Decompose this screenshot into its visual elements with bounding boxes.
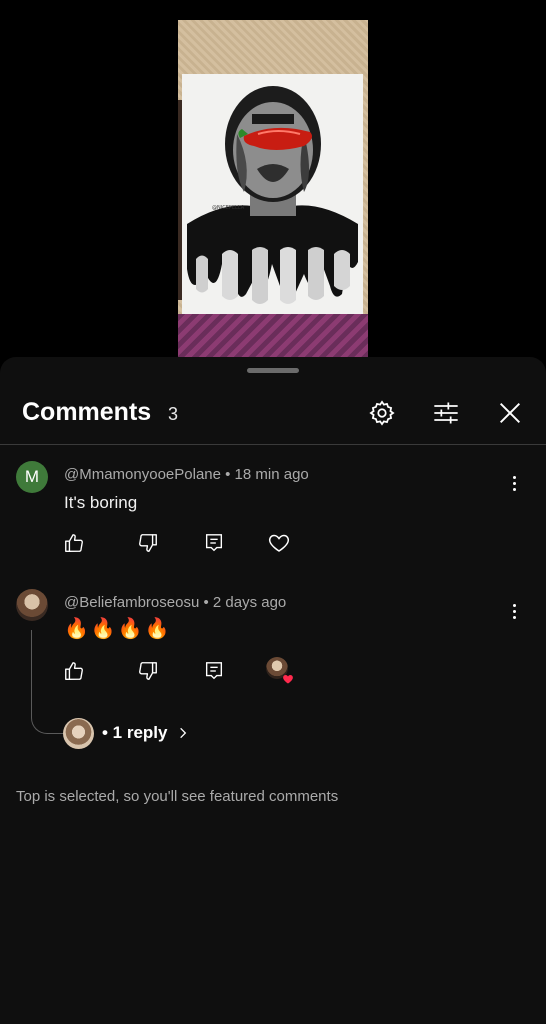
drag-handle[interactable] (247, 368, 299, 373)
like-icon[interactable] (60, 657, 88, 685)
comments-count: 3 (168, 404, 179, 424)
svg-text:@NICEPELLA: @NICEPELLA (212, 205, 245, 211)
reply-count-label: • 1 reply (102, 723, 168, 742)
comment-meta[interactable]: @MmamonyooePolane • 18 min ago (64, 466, 309, 483)
comments-sheet: Comments 3 (0, 357, 546, 1024)
sliders-icon[interactable] (432, 399, 460, 427)
view-replies-button[interactable]: • 1 reply (63, 717, 190, 749)
artwork-drawing: @NICEPELLA (182, 74, 363, 314)
reply-icon[interactable] (200, 529, 228, 557)
reply-icon[interactable] (200, 657, 228, 685)
avatar[interactable]: M (16, 461, 48, 493)
more-options-icon[interactable] (502, 471, 526, 495)
comment-text: It's boring (64, 493, 138, 512)
header-divider (0, 444, 546, 445)
video-player[interactable]: @NICEPELLA (0, 0, 546, 360)
comment-actions (60, 657, 300, 685)
comment-text: 🔥🔥🔥🔥 (64, 618, 172, 640)
chevron-right-icon (179, 727, 186, 739)
comment-meta[interactable]: @Beliefambroseosu • 2 days ago (64, 594, 286, 611)
thread-connector (31, 630, 63, 734)
comments-header: Comments 3 (0, 387, 546, 443)
heart-icon[interactable] (265, 529, 293, 557)
like-icon[interactable] (60, 529, 88, 557)
dislike-icon[interactable] (134, 657, 162, 685)
more-options-icon[interactable] (502, 599, 526, 623)
creator-heart-badge[interactable] (266, 657, 293, 684)
dislike-icon[interactable] (134, 529, 162, 557)
red-heart-icon (283, 675, 293, 684)
avatar[interactable] (16, 589, 48, 621)
reply-avatar (63, 717, 94, 749)
close-icon[interactable] (496, 399, 524, 427)
sort-info-text: Top is selected, so you'll see featured … (16, 788, 339, 805)
comments-title: Comments (22, 398, 152, 426)
gear-icon[interactable] (368, 399, 396, 427)
comment-actions (60, 529, 300, 557)
